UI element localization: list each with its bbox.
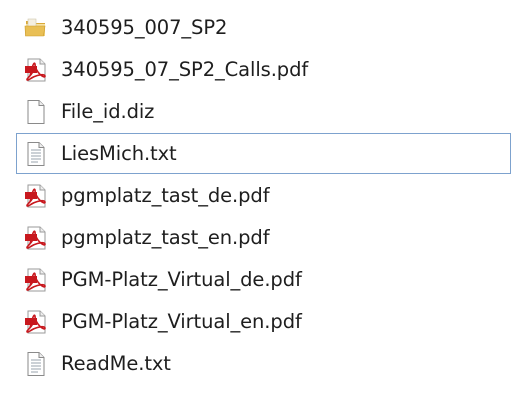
file-row[interactable]: pgmplatz_tast_de.pdf bbox=[16, 175, 511, 216]
text-file-icon bbox=[23, 140, 49, 168]
file-icon bbox=[23, 98, 49, 126]
file-name-label: pgmplatz_tast_en.pdf bbox=[61, 226, 270, 249]
file-name-label: 340595_007_SP2 bbox=[61, 16, 228, 39]
file-list-pane: 340595_007_SP2 340595_07_SP2_Calls.pdf Fil… bbox=[0, 0, 511, 397]
left-edge-strip bbox=[0, 0, 13, 397]
file-row[interactable]: pgmplatz_tast_en.pdf bbox=[16, 217, 511, 258]
pdf-icon bbox=[23, 224, 49, 252]
text-file-icon bbox=[23, 350, 49, 378]
folder-icon bbox=[23, 14, 49, 42]
file-row[interactable]: PGM-Platz_Virtual_de.pdf bbox=[16, 259, 511, 300]
file-row[interactable]: 340595_007_SP2 bbox=[16, 7, 511, 48]
pdf-icon bbox=[23, 56, 49, 84]
file-name-label: File_id.diz bbox=[61, 100, 155, 123]
file-row-selected[interactable]: LiesMich.txt bbox=[16, 133, 511, 174]
file-row[interactable]: File_id.diz bbox=[16, 91, 511, 132]
file-name-label: PGM-Platz_Virtual_de.pdf bbox=[61, 268, 302, 291]
file-name-label: pgmplatz_tast_de.pdf bbox=[61, 184, 270, 207]
file-name-label: LiesMich.txt bbox=[61, 142, 177, 165]
file-name-label: ReadMe.txt bbox=[61, 352, 171, 375]
pdf-icon bbox=[23, 308, 49, 336]
file-name-label: 340595_07_SP2_Calls.pdf bbox=[61, 58, 309, 81]
pdf-icon bbox=[23, 266, 49, 294]
pdf-icon bbox=[23, 182, 49, 210]
file-row[interactable]: 340595_07_SP2_Calls.pdf bbox=[16, 49, 511, 90]
file-row[interactable]: PGM-Platz_Virtual_en.pdf bbox=[16, 301, 511, 342]
file-list: 340595_007_SP2 340595_07_SP2_Calls.pdf Fil… bbox=[16, 7, 511, 385]
file-row[interactable]: ReadMe.txt bbox=[16, 343, 511, 384]
file-name-label: PGM-Platz_Virtual_en.pdf bbox=[61, 310, 302, 333]
